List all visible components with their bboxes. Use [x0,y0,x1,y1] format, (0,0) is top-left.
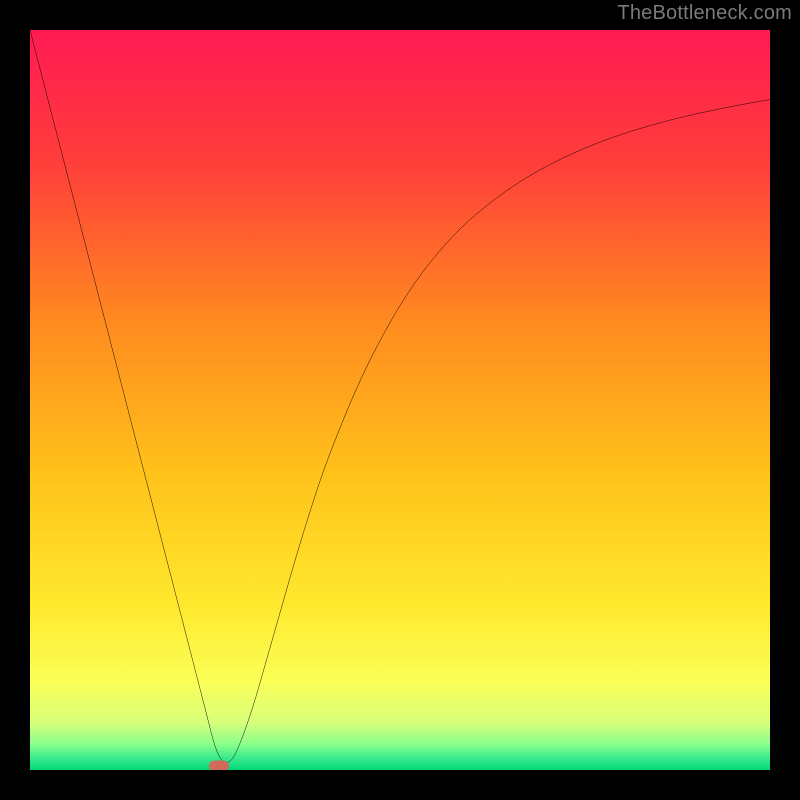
min-point-marker [209,761,229,770]
bottleneck-curve [30,30,770,770]
watermark-text: TheBottleneck.com [617,2,792,25]
chart-container: TheBottleneck.com [0,0,800,800]
plot-area [30,30,770,770]
